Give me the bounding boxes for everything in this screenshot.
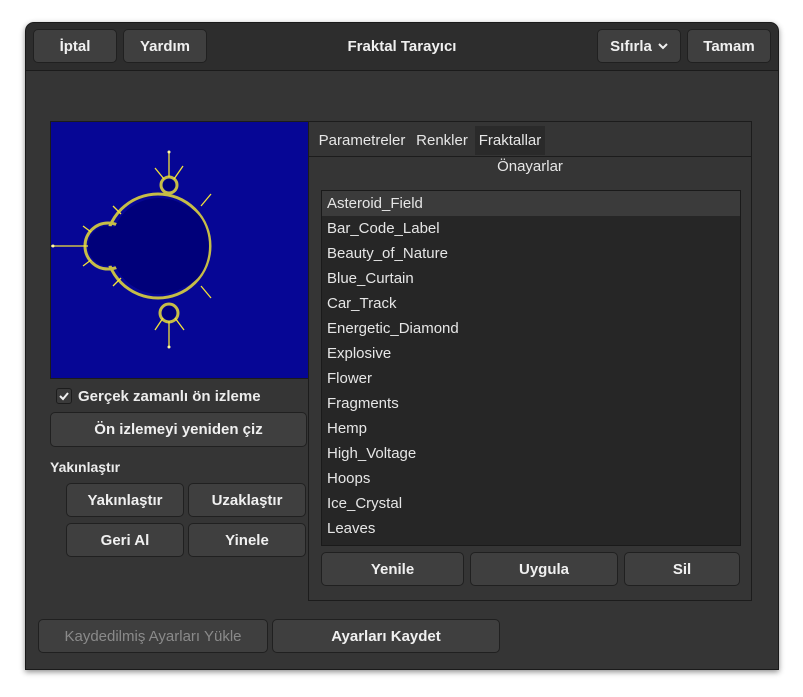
redo-button[interactable]: Yinele	[188, 523, 306, 557]
undo-button[interactable]: Geri Al	[66, 523, 184, 557]
load-saved-settings-button[interactable]: Kaydedilmiş Ayarları Yükle	[38, 619, 268, 653]
ok-button[interactable]: Tamam	[687, 29, 771, 63]
zoom-in-button[interactable]: Yakınlaştır	[66, 483, 184, 517]
tab-colors[interactable]: Renkler	[413, 126, 471, 155]
redraw-preview-label: Ön izlemeyi yeniden çiz	[94, 421, 263, 438]
list-item[interactable]: Fragments	[322, 391, 740, 416]
tab-bar: Parametreler Renkler Fraktallar	[309, 122, 751, 157]
fractal-preview-image	[51, 122, 308, 378]
list-item[interactable]: Hemp	[322, 416, 740, 441]
list-item[interactable]: Car_Track	[322, 291, 740, 316]
realtime-preview-toggle[interactable]: Gerçek zamanlı ön izleme	[56, 386, 261, 406]
refresh-button[interactable]: Yenile	[321, 552, 464, 586]
list-item[interactable]: Leaves	[322, 516, 740, 541]
chevron-down-icon	[658, 43, 668, 50]
list-item[interactable]: Asteroid_Field	[322, 191, 740, 216]
presets-label: Önayarlar	[497, 158, 563, 175]
fractals-notebook: Parametreler Renkler Fraktallar Önayarla…	[308, 121, 752, 601]
list-item[interactable]: Ice_Crystal	[322, 491, 740, 516]
list-item[interactable]: Beauty_of_Nature	[322, 241, 740, 266]
list-item[interactable]: Bar_Code_Label	[322, 216, 740, 241]
tab-fractals[interactable]: Fraktallar	[475, 126, 545, 155]
cancel-button[interactable]: İptal	[33, 29, 117, 63]
delete-button[interactable]: Sil	[624, 552, 740, 586]
zoom-section-label: Yakınlaştır	[50, 459, 121, 475]
list-item[interactable]: Hoops	[322, 466, 740, 491]
presets-list[interactable]: Asteroid_Field Bar_Code_Label Beauty_of_…	[321, 190, 741, 546]
reset-dropdown-button[interactable]: Sıfırla	[597, 29, 681, 63]
list-item[interactable]: High_Voltage	[322, 441, 740, 466]
realtime-preview-checkbox[interactable]	[56, 388, 72, 404]
list-item[interactable]: Energetic_Diamond	[322, 316, 740, 341]
redraw-preview-button[interactable]: Ön izlemeyi yeniden çiz	[50, 412, 307, 447]
list-item[interactable]: Explosive	[322, 341, 740, 366]
dialog-title: Fraktal Tarayıcı	[347, 38, 457, 55]
fractal-preview[interactable]	[50, 121, 309, 379]
list-item[interactable]: Flower	[322, 366, 740, 391]
apply-button[interactable]: Uygula	[470, 552, 618, 586]
list-item[interactable]: Blue_Curtain	[322, 266, 740, 291]
tab-parameters[interactable]: Parametreler	[313, 126, 411, 155]
help-button[interactable]: Yardım	[123, 29, 207, 63]
zoom-out-button[interactable]: Uzaklaştır	[188, 483, 306, 517]
checkmark-icon	[59, 392, 69, 401]
save-settings-button[interactable]: Ayarları Kaydet	[272, 619, 500, 653]
realtime-preview-label: Gerçek zamanlı ön izleme	[78, 387, 261, 405]
reset-label: Sıfırla	[610, 37, 652, 55]
fractal-explorer-dialog: İptal Yardım Fraktal Tarayıcı Sıfırla Ta…	[25, 22, 779, 670]
header-bar: İptal Yardım Fraktal Tarayıcı Sıfırla Ta…	[26, 23, 778, 71]
